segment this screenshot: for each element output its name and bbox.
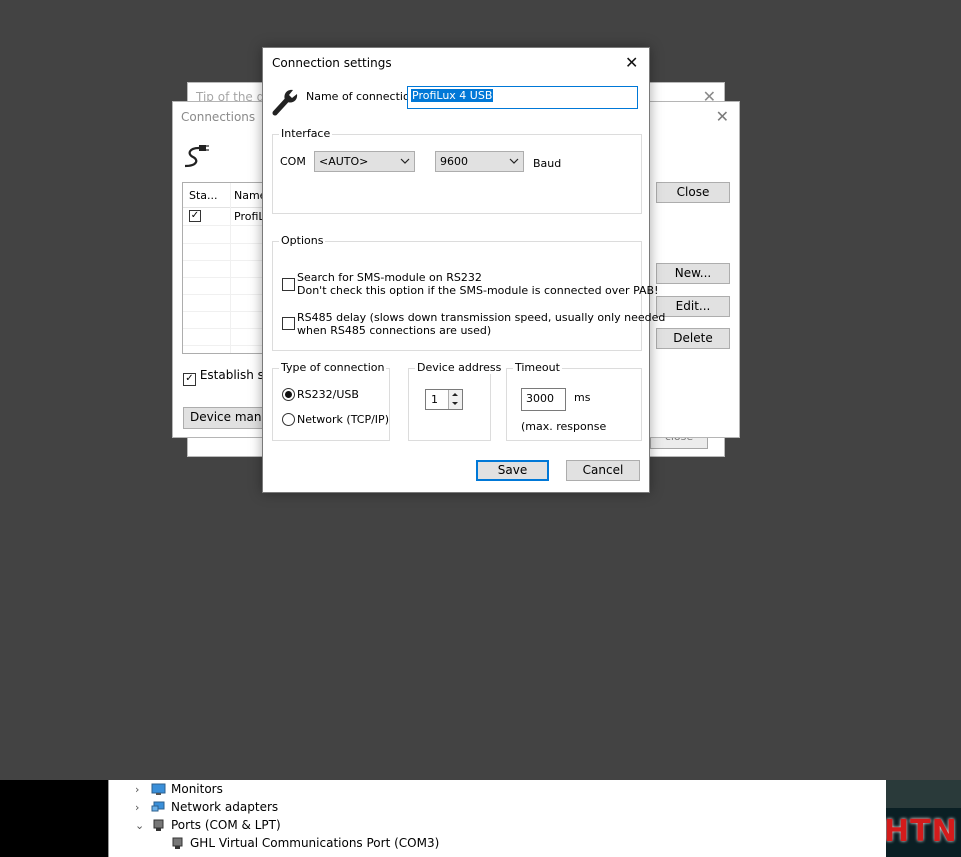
- network-adapter-icon: [151, 801, 165, 812]
- connection-plug-icon: [184, 145, 209, 168]
- port-icon: [172, 837, 183, 849]
- rs485-delay-checkbox[interactable]: [282, 317, 295, 330]
- baud-rate-value: 9600: [440, 155, 468, 168]
- connection-name-value: ProfiLux 4 USB: [411, 89, 494, 102]
- baud-rate-select[interactable]: 9600: [435, 151, 524, 172]
- com-port-value: <AUTO>: [319, 155, 369, 168]
- type-of-connection-title: Type of connection: [279, 361, 387, 374]
- rs485-option-line1: RS485 delay (slows down transmission spe…: [297, 311, 666, 324]
- status-column-header[interactable]: Sta...: [189, 189, 218, 202]
- device-address-group: Device address 1: [408, 361, 504, 441]
- options-group: Options Search for SMS-module on RS232 D…: [272, 234, 665, 351]
- network-tcpip-label: Network (TCP/IP): [297, 413, 389, 426]
- connection-name-input[interactable]: ProfiLux 4 USB: [407, 86, 638, 109]
- chevron-down-icon: [400, 158, 410, 164]
- type-of-connection-group: Type of connection RS232/USB Network (TC…: [272, 361, 390, 441]
- establish-check-box[interactable]: ✓: [183, 373, 196, 386]
- chevron-down-icon: [452, 402, 458, 405]
- interface-group-title: Interface: [279, 127, 333, 140]
- tree-item-network-adapters[interactable]: Network adapters: [171, 800, 278, 814]
- rs232-usb-radio[interactable]: [282, 388, 295, 401]
- com-port-select[interactable]: <AUTO>: [314, 151, 415, 172]
- close-button[interactable]: Close: [656, 182, 730, 203]
- art-text: HTN: [886, 814, 958, 849]
- com-label: COM: [280, 155, 306, 168]
- collapse-chevron-icon[interactable]: ⌄: [135, 819, 144, 832]
- dialog-close-icon[interactable]: ✕: [625, 53, 638, 72]
- background-window-art: HTN: [886, 780, 961, 857]
- connections-window-title: Connections: [181, 110, 256, 124]
- rs485-option-line2: when RS485 connections are used): [297, 324, 492, 337]
- device-address-stepper[interactable]: 1: [425, 389, 463, 410]
- cancel-button[interactable]: Cancel: [566, 460, 640, 481]
- wrench-icon: [272, 89, 298, 116]
- sms-option-line2: Don't check this option if the SMS-modul…: [297, 284, 659, 297]
- edit-button[interactable]: Edit...: [656, 296, 730, 317]
- expand-chevron-icon[interactable]: ›: [135, 801, 139, 814]
- dialog-title: Connection settings: [272, 56, 392, 70]
- connection-settings-dialog: Connection settings ✕ Name of connection…: [262, 47, 665, 493]
- timeout-group: Timeout 3000 ms (max. response: [506, 361, 642, 441]
- interface-group: Interface COM <AUTO> 9600 Baud: [272, 127, 642, 214]
- sms-option-line1: Search for SMS-module on RS232: [297, 271, 482, 284]
- connection-name: ProfiL: [234, 210, 265, 223]
- options-group-title: Options: [279, 234, 326, 247]
- taskbar-area: [0, 780, 108, 857]
- new-button[interactable]: New...: [656, 263, 730, 284]
- delete-button[interactable]: Delete: [656, 328, 730, 349]
- name-of-connection-label: Name of connection: [306, 90, 417, 103]
- expand-chevron-icon[interactable]: ›: [135, 783, 139, 796]
- save-button[interactable]: Save: [476, 460, 549, 481]
- connection-status-checkbox[interactable]: ✓: [189, 210, 201, 222]
- tree-item-ghl-virtual-port[interactable]: GHL Virtual Communications Port (COM3): [190, 836, 439, 850]
- rs232-usb-label: RS232/USB: [297, 388, 359, 401]
- timeout-note: (max. response: [521, 420, 607, 433]
- timeout-title: Timeout: [513, 361, 562, 374]
- tree-item-monitors[interactable]: Monitors: [171, 782, 223, 796]
- timeout-unit: ms: [574, 391, 591, 404]
- sms-module-checkbox[interactable]: [282, 278, 295, 291]
- connections-close-icon[interactable]: ✕: [716, 107, 729, 126]
- device-manager-tree: › Monitors › Network adapters ⌄ Ports (C…: [108, 780, 886, 857]
- monitor-icon: [151, 783, 166, 795]
- port-icon: [153, 819, 164, 831]
- timeout-input[interactable]: 3000: [521, 388, 566, 411]
- device-address-title: Device address: [415, 361, 504, 374]
- network-tcpip-radio[interactable]: [282, 413, 295, 426]
- spin-down-button[interactable]: [448, 399, 462, 409]
- baud-label: Baud: [533, 157, 562, 170]
- chevron-down-icon: [509, 158, 519, 164]
- device-address-value: 1: [431, 393, 438, 406]
- chevron-up-icon: [452, 393, 458, 396]
- tree-item-ports[interactable]: Ports (COM & LPT): [171, 818, 281, 832]
